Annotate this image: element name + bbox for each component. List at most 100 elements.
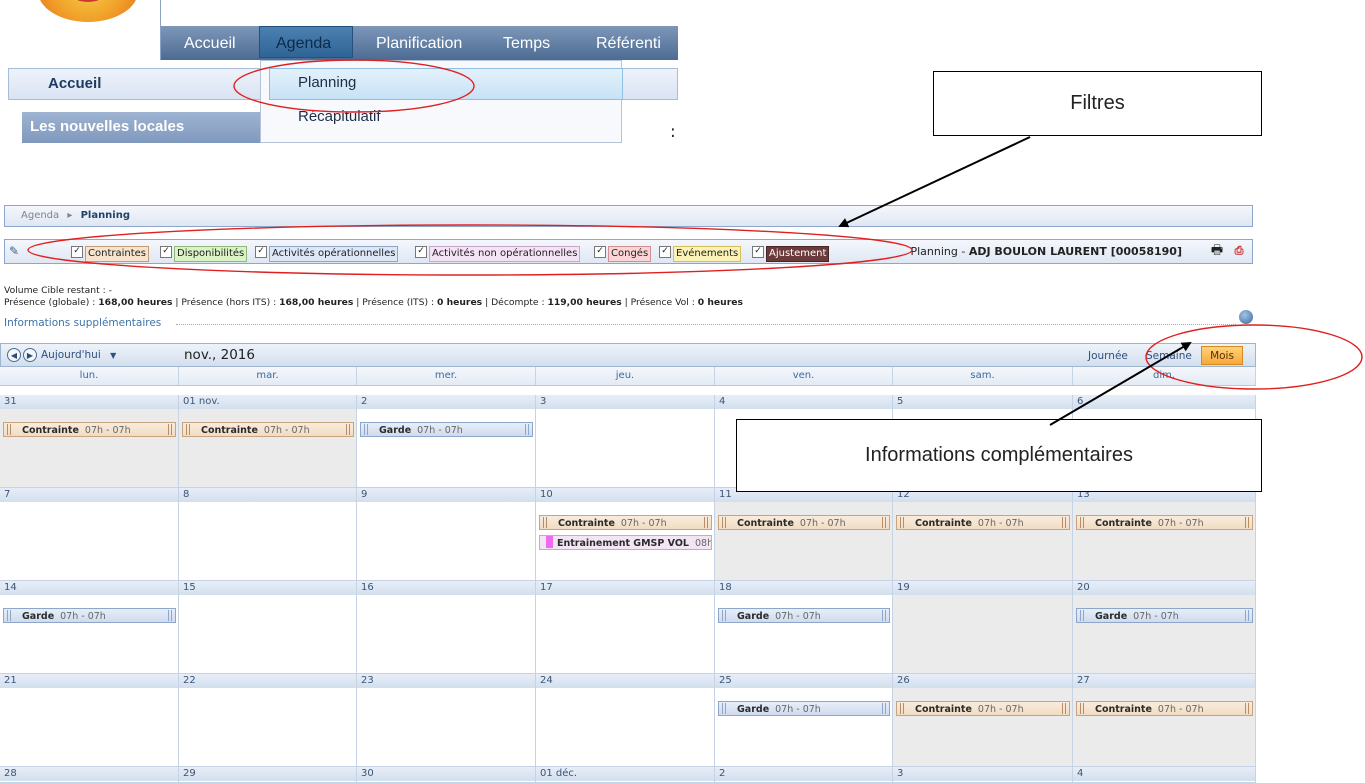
nav-planification[interactable]: Planification [376,26,462,60]
dropdown-item-planning[interactable]: Planning [298,74,356,91]
nav-referentiel[interactable]: Référenti [596,26,661,60]
filter-checkbox[interactable]: ✓ [160,246,172,258]
today-button[interactable]: Aujourd'hui ▼ [41,349,116,361]
calendar-event[interactable]: Contrainte 07h - 07h [3,422,176,437]
day-number[interactable]: 6 [1073,395,1256,409]
day-number[interactable]: 26 [893,674,1073,688]
day-cell[interactable] [893,688,1073,767]
day-number[interactable]: 27 [1073,674,1256,688]
day-number[interactable]: 5 [893,395,1073,409]
filter-checkbox[interactable]: ✓ [594,246,606,258]
day-number[interactable]: 28 [0,767,179,781]
filter-label[interactable]: Disponibilités [174,246,248,262]
view-week-button[interactable]: Semaine [1146,350,1192,362]
day-number[interactable]: 22 [179,674,357,688]
filter-checkbox[interactable]: ✓ [255,246,267,258]
next-arrow-icon[interactable]: ▶ [23,348,37,362]
day-cell[interactable] [715,595,893,674]
calendar-event[interactable]: Contrainte 07h - 07h [896,701,1070,716]
filter-label[interactable]: Evénements [673,246,742,262]
day-number[interactable]: 8 [179,488,357,502]
day-number[interactable]: 7 [0,488,179,502]
day-number[interactable]: 2 [715,767,893,781]
day-cell[interactable] [0,595,179,674]
filter-checkbox[interactable]: ✓ [659,246,671,258]
filter-checkbox[interactable]: ✓ [752,246,764,258]
day-cell[interactable] [1073,502,1256,581]
day-number[interactable]: 20 [1073,581,1256,595]
day-number[interactable]: 3 [536,395,715,409]
filter-label[interactable]: Ajustement [766,246,830,262]
day-number[interactable]: 30 [357,767,536,781]
day-cell[interactable] [536,595,715,674]
day-number[interactable]: 23 [357,674,536,688]
day-number[interactable]: 18 [715,581,893,595]
day-cell[interactable] [357,502,536,581]
breadcrumb-parent[interactable]: Agenda [21,210,59,221]
day-cell[interactable] [893,595,1073,674]
day-number[interactable]: 15 [179,581,357,595]
calendar-event[interactable]: Contrainte 07h - 07h [896,515,1070,530]
day-number[interactable]: 9 [357,488,536,502]
calendar-event[interactable]: Garde 07h - 07h [718,608,890,623]
day-cell[interactable] [179,502,357,581]
day-number[interactable]: 21 [0,674,179,688]
day-cell[interactable] [715,688,893,767]
day-cell[interactable] [357,595,536,674]
day-cell[interactable] [715,502,893,581]
day-cell[interactable] [179,409,357,488]
day-cell[interactable] [536,688,715,767]
day-number[interactable]: 24 [536,674,715,688]
calendar-event[interactable]: Garde 07h - 07h [1076,608,1253,623]
print-icon[interactable]: 🖶 [1209,243,1225,259]
day-cell[interactable] [1073,595,1256,674]
more-info-link[interactable]: Informations supplémentaires [4,317,161,329]
calendar-event[interactable]: Contrainte 07h - 07h [1076,515,1253,530]
chevron-down-icon[interactable]: ▼ [110,351,116,360]
nav-temps[interactable]: Temps [503,26,550,60]
day-cell[interactable] [179,595,357,674]
expand-icon[interactable] [1239,310,1253,324]
prev-arrow-icon[interactable]: ◀ [7,348,21,362]
day-cell[interactable] [1073,688,1256,767]
filter-label[interactable]: Contraintes [85,246,149,262]
day-number[interactable]: 14 [0,581,179,595]
day-number[interactable]: 3 [893,767,1073,781]
dropdown-item-recapitulatif[interactable]: Récapitulatif [298,108,381,125]
pdf-icon[interactable]: ⎙ [1231,243,1247,259]
day-cell[interactable] [536,409,715,488]
nav-accueil[interactable]: Accueil [184,26,236,60]
day-number[interactable]: 4 [715,395,893,409]
filter-checkbox[interactable]: ✓ [71,246,83,258]
filter-checkbox[interactable]: ✓ [415,246,427,258]
day-number[interactable]: 19 [893,581,1073,595]
day-number[interactable]: 25 [715,674,893,688]
day-cell[interactable] [357,688,536,767]
view-month-button[interactable]: Mois [1201,346,1243,365]
day-cell[interactable] [0,502,179,581]
day-cell[interactable] [893,502,1073,581]
calendar-event[interactable]: Garde 07h - 07h [3,608,176,623]
calendar-event[interactable]: Contrainte 07h - 07h [718,515,890,530]
nav-agenda[interactable]: Agenda [259,26,353,58]
edit-icon[interactable]: ✎ [9,244,19,258]
day-number[interactable]: 29 [179,767,357,781]
calendar-event[interactable]: Garde 07h - 07h [718,701,890,716]
calendar-event[interactable]: Contrainte 07h - 07h [182,422,354,437]
day-number[interactable]: 4 [1073,767,1256,781]
filter-label[interactable]: Activités opérationnelles [269,246,399,262]
calendar-event[interactable]: Entrainement GMSP VOL 08h [539,535,712,550]
calendar-event[interactable]: Garde 07h - 07h [360,422,533,437]
filter-label[interactable]: Activités non opérationnelles [429,246,581,262]
day-cell[interactable] [0,409,179,488]
day-cell[interactable] [357,409,536,488]
day-number[interactable]: 01 déc. [536,767,715,781]
view-day-button[interactable]: Journée [1088,350,1128,362]
day-number[interactable]: 2 [357,395,536,409]
calendar-event[interactable]: Contrainte 07h - 07h [539,515,712,530]
day-number[interactable]: 17 [536,581,715,595]
calendar-event[interactable]: Contrainte 07h - 07h [1076,701,1253,716]
day-number[interactable]: 01 nov. [179,395,357,409]
day-number[interactable]: 31 [0,395,179,409]
day-number[interactable]: 16 [357,581,536,595]
